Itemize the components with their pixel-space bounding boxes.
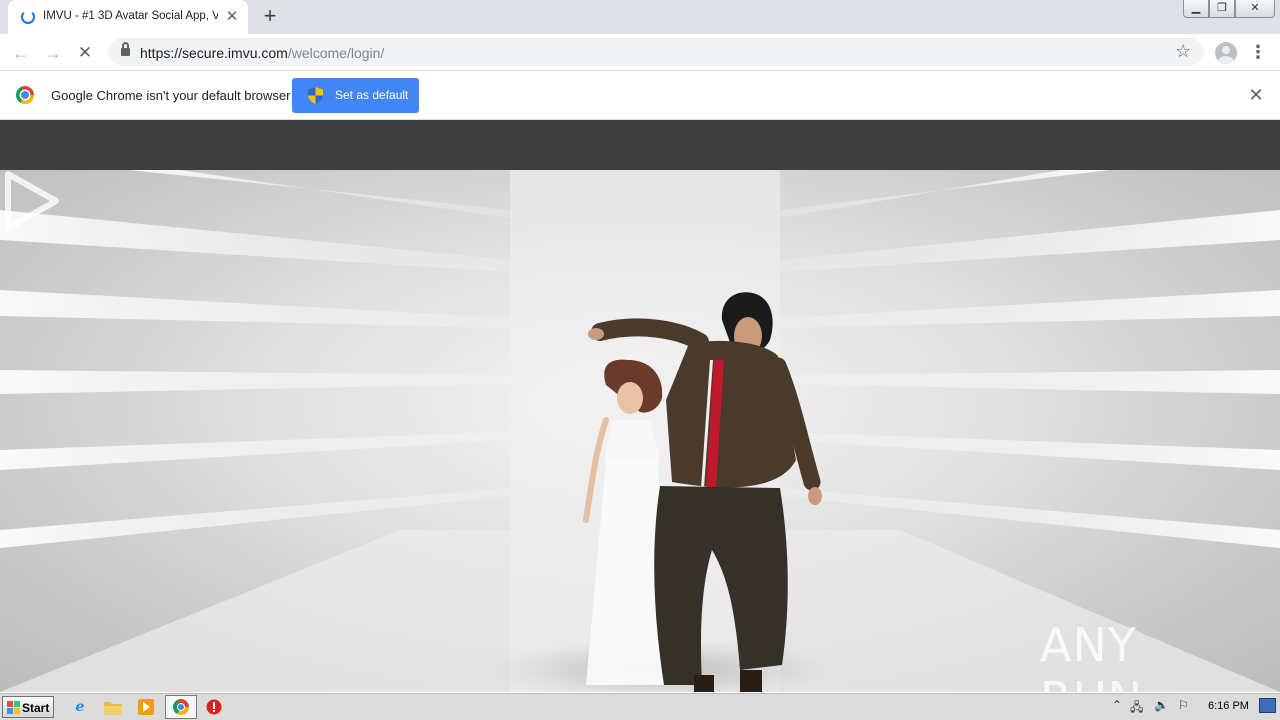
tab-title: IMVU - #1 3D Avatar Social App, Virt [43, 10, 218, 22]
browser-toolbar: ← → ✕ https://secure.imvu.com/welcome/lo… [0, 34, 1280, 71]
forward-arrow-icon[interactable]: → [40, 40, 66, 66]
tray-expand-icon[interactable]: ⌃ [1112, 698, 1122, 712]
infobar-close-icon[interactable]: ✕ [1246, 85, 1266, 105]
back-arrow-icon[interactable]: ← [8, 40, 34, 66]
watermark-right: RUN [1040, 672, 1143, 692]
url-host: https://secure.imvu.com [140, 45, 288, 61]
folder-icon[interactable] [102, 697, 124, 717]
network-icon[interactable]: 🖧 [1130, 698, 1143, 719]
watermark-text: ANYRUN [1040, 618, 1280, 692]
watermark-left: ANY [1040, 618, 1137, 672]
windows-taskbar: Start e ⌃ 🖧 🔈 ⚐ 6:16 PM [0, 692, 1280, 720]
browser-tab[interactable]: IMVU - #1 3D Avatar Social App, Virt ✕ [8, 0, 248, 34]
stop-sign-icon[interactable] [203, 697, 225, 717]
system-tray: ⌃ 🖧 🔈 ⚐ [1104, 695, 1280, 719]
window-restore-button[interactable]: ❐ [1209, 0, 1235, 18]
windows-flag-icon [7, 701, 20, 714]
tab-strip: IMVU - #1 3D Avatar Social App, Virt ✕ +… [0, 0, 1280, 34]
light-strips-right [780, 170, 1280, 548]
start-label: Start [22, 701, 50, 715]
chrome-taskbar-button[interactable] [165, 695, 197, 719]
set-as-default-button[interactable]: Set as default [292, 78, 419, 113]
stop-loading-icon[interactable]: ✕ [72, 40, 98, 66]
volume-icon[interactable]: 🔈 [1154, 698, 1169, 712]
hero-background-illustration [0, 170, 1280, 692]
default-browser-infobar: Google Chrome isn't your default browser… [0, 71, 1280, 120]
bookmark-star-icon[interactable]: ☆ [1175, 41, 1191, 62]
light-strips-left [0, 170, 510, 548]
address-bar[interactable]: https://secure.imvu.com/welcome/login/ ☆ [108, 38, 1204, 66]
url-text[interactable]: https://secure.imvu.com/welcome/login/ [140, 45, 384, 61]
site-header-bar [0, 120, 1280, 170]
lock-icon[interactable] [121, 42, 130, 57]
kebab-menu-icon[interactable]: ⋮ [1248, 42, 1268, 64]
show-desktop-button[interactable] [1259, 698, 1276, 713]
system-clock[interactable]: 6:16 PM [1208, 700, 1249, 712]
watermark-play-icon [5, 171, 59, 231]
internet-explorer-icon[interactable]: e [69, 697, 91, 717]
new-tab-plus-icon[interactable]: + [258, 5, 282, 29]
tab-close-icon[interactable]: ✕ [223, 8, 241, 26]
url-path: /welcome/login/ [287, 45, 385, 61]
loading-spinner-icon [21, 10, 35, 24]
hero-avatar-scene: ANYRUN [0, 170, 1280, 692]
media-player-icon[interactable] [135, 697, 157, 717]
uac-shield-icon [308, 87, 323, 104]
infobar-message: Google Chrome isn't your default browser [51, 88, 291, 103]
window-minimize-button[interactable]: ▁ [1183, 0, 1209, 18]
start-button[interactable]: Start [2, 696, 54, 718]
window-close-button[interactable]: ✕ [1235, 0, 1275, 18]
profile-avatar-icon[interactable] [1215, 42, 1237, 64]
set-as-default-label: Set as default [335, 88, 409, 102]
chrome-logo-icon [16, 86, 34, 104]
flag-icon[interactable]: ⚐ [1178, 698, 1189, 712]
